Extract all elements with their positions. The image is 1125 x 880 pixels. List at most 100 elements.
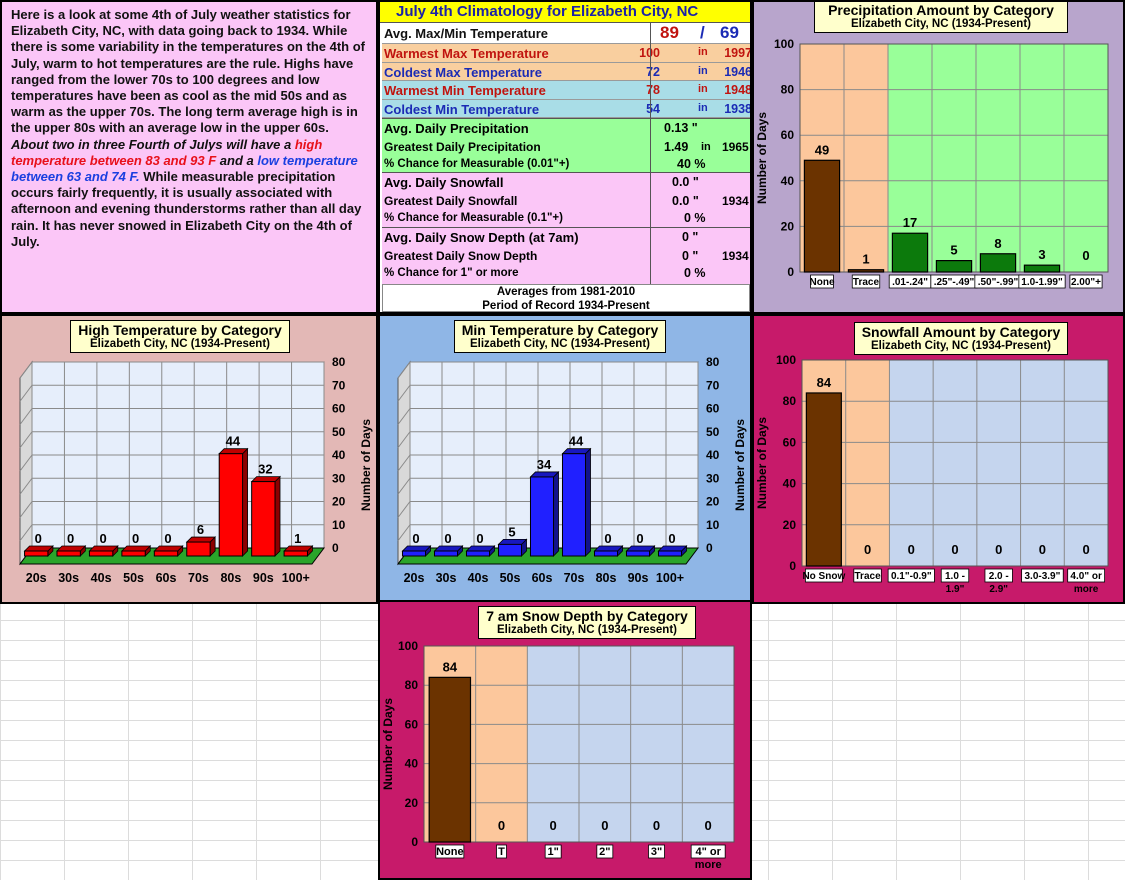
data-label: 34	[537, 457, 552, 472]
data-label: 0	[604, 531, 611, 546]
avg-slash: /	[700, 23, 705, 42]
bar-top	[625, 545, 656, 552]
avg-snowfall-label: Avg. Daily Snowfall	[384, 175, 504, 190]
climatology-title: July 4th Climatology for Elizabeth City,…	[380, 2, 750, 23]
min-temp-chart-title-box: Min Temperature by Category Elizabeth Ci…	[454, 320, 666, 353]
y-tick-label: 80	[405, 678, 419, 692]
bar	[24, 550, 49, 557]
data-label: 17	[903, 215, 917, 230]
avg-precip-label: Avg. Daily Precipitation	[384, 121, 529, 136]
record-value: 100	[600, 46, 660, 60]
bar	[56, 550, 81, 557]
greatest-snowfall-label: Greatest Daily Snowfall	[384, 194, 518, 208]
x-tick-label: 70s	[564, 571, 585, 585]
bar	[805, 392, 842, 567]
data-label: 0	[498, 818, 505, 833]
bar	[1023, 264, 1061, 273]
depth-chance-label: % Chance for 1" or more	[384, 267, 519, 279]
greatest-depth-value: 0 "	[682, 249, 699, 263]
snowfall-chart-title: Snowfall Amount by Category	[861, 324, 1061, 340]
y-tick-label: 40	[781, 174, 795, 188]
y-tick-label: 30	[332, 471, 346, 485]
min-temp-chart-panel: 0 10 20 30 40 50 60 70 80 Number of Days 0 20s 0 30s 0…	[378, 314, 752, 604]
avg-precip-value: 0.13 "	[664, 121, 698, 135]
bar-top	[465, 545, 496, 552]
data-label: 1	[294, 531, 301, 546]
high-temp-chart-panel: 0 10 20 30 40 50 60 70 80 Number of Days 0 20s 0 30s 0…	[0, 314, 378, 604]
climatology-table: July 4th Climatology for Elizabeth City,…	[378, 0, 752, 314]
data-label: 44	[226, 434, 241, 449]
x-tick-label: Trace	[853, 277, 880, 288]
bar-side	[242, 447, 248, 557]
data-label: 32	[258, 462, 272, 477]
data-label: 0	[1082, 248, 1089, 263]
avg-snowfall-value: 0.0 "	[672, 175, 699, 189]
high-temp-chart-subtitle: Elizabeth City, NC (1934-Present)	[89, 338, 270, 350]
data-label: 0	[132, 531, 139, 546]
y-tick-label: 50	[706, 425, 720, 439]
bar	[186, 541, 211, 557]
record-label: Coldest Min Temperature	[384, 101, 540, 117]
bar	[497, 543, 523, 557]
x-tick-label: 1.9"	[946, 584, 965, 595]
bar-top	[218, 448, 249, 455]
y-tick-label: 70	[706, 378, 720, 392]
intro-text-panel: Here is a look at some 4th of July weath…	[0, 0, 378, 314]
bar	[847, 269, 885, 273]
greatest-depth-label: Greatest Daily Snow Depth	[384, 249, 538, 263]
x-tick-label: 2.9"	[989, 584, 1008, 595]
y-tick-label: 40	[405, 757, 419, 771]
bar-top	[593, 545, 624, 552]
x-tick-label: 20s	[404, 571, 425, 585]
data-label: 0	[668, 531, 675, 546]
x-tick-label: 20s	[26, 571, 47, 585]
precip-chart-title: Precipitation Amount by Category	[828, 2, 1054, 18]
data-label: 49	[815, 142, 829, 157]
snow-depth-chart: 0 20 40 60 80 100 Number of Days 84 None 0 T 0 1" 0 2"…	[381, 639, 735, 871]
y-tick-label: 100	[398, 639, 418, 653]
x-tick-label: 2"	[599, 846, 610, 858]
record-year: 1946	[724, 64, 752, 79]
high-temp-chart-title: High Temperature by Category	[78, 322, 282, 338]
greatest-depth-year: 1934	[722, 249, 749, 263]
snowfall-chart: 0 20 40 60 80 100 Number of Days 84 No Snow 0 Trac…	[755, 353, 1109, 595]
bar	[891, 232, 929, 273]
data-label: 0	[653, 818, 660, 833]
bar	[529, 476, 555, 557]
bar-top	[497, 538, 528, 545]
x-tick-label: .50"-.99"	[978, 277, 1019, 288]
bar-top	[250, 476, 281, 483]
record-label: Warmest Min Temperature	[384, 83, 546, 98]
high-temp-chart: 01020304050607080Number of Days020s030s0…	[19, 355, 373, 585]
y-axis-label: Number of Days	[733, 419, 747, 511]
record-row: Coldest Max Temperature 72 in 1946	[382, 62, 752, 81]
table-column-divider	[650, 23, 651, 284]
snow-depth-section: Avg. Daily Snow Depth (at 7am) 0 " Great…	[382, 228, 750, 284]
bar	[153, 550, 179, 557]
y-tick-label: 60	[706, 402, 720, 416]
x-tick-label: 0.1"-0.9"	[891, 571, 932, 582]
record-in: in	[698, 46, 708, 58]
precip-chart-subtitle: Elizabeth City, NC (1934-Present)	[850, 18, 1031, 30]
x-tick-label: 80s	[220, 571, 241, 585]
record-row: Warmest Max Temperature 100 in 1997	[382, 44, 750, 63]
record-label: Coldest Max Temperature	[384, 64, 542, 80]
y-tick-label: 20	[783, 518, 797, 532]
bar-top	[433, 545, 464, 552]
bar-top	[56, 545, 87, 552]
y-tick-label: 60	[332, 402, 346, 416]
y-tick-label: 0	[706, 541, 713, 555]
data-label: 0	[1039, 542, 1046, 557]
x-tick-label: 90s	[253, 571, 274, 585]
bar-side	[585, 447, 591, 557]
y-tick-label: 30	[706, 471, 720, 485]
snowfall-chance-label: % Chance for Measurable (0.1"+)	[384, 212, 563, 224]
data-label: 0	[99, 531, 106, 546]
y-axis-label: Number of Days	[755, 112, 769, 204]
x-tick-label: 1.0-1.99"	[1021, 277, 1063, 288]
precip-chart-panel: 0 20 40 60 80 100 Number of Days 49 None 1 Trace 17…	[752, 0, 1125, 314]
data-label: 0	[705, 818, 712, 833]
record-row: Warmest Min Temperature 78 in 1948	[382, 81, 750, 100]
bar	[428, 676, 472, 843]
bar	[625, 550, 651, 557]
